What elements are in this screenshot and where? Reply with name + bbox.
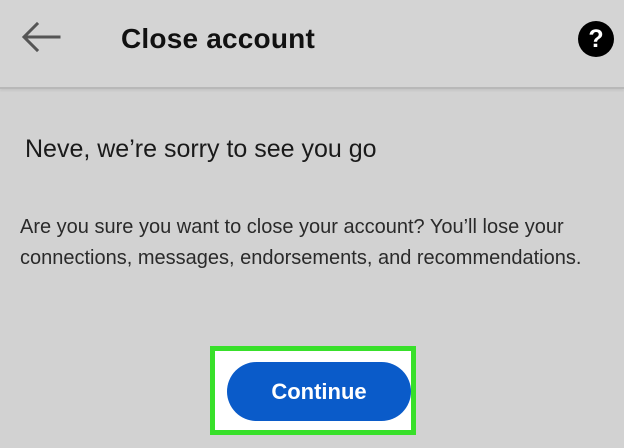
page-title: Close account — [121, 23, 315, 54]
app-header: Close account ? — [0, 0, 624, 89]
arrow-left-icon — [19, 20, 63, 59]
farewell-heading: Neve, we’re sorry to see you go — [25, 135, 377, 163]
continue-button[interactable]: Continue — [227, 362, 411, 421]
back-button[interactable] — [18, 20, 64, 58]
help-button[interactable]: ? — [578, 21, 614, 57]
question-circle-icon: ? — [588, 24, 604, 53]
close-account-warning: Are you sure you want to close your acco… — [20, 216, 582, 269]
continue-button-label: Continue — [271, 378, 367, 404]
